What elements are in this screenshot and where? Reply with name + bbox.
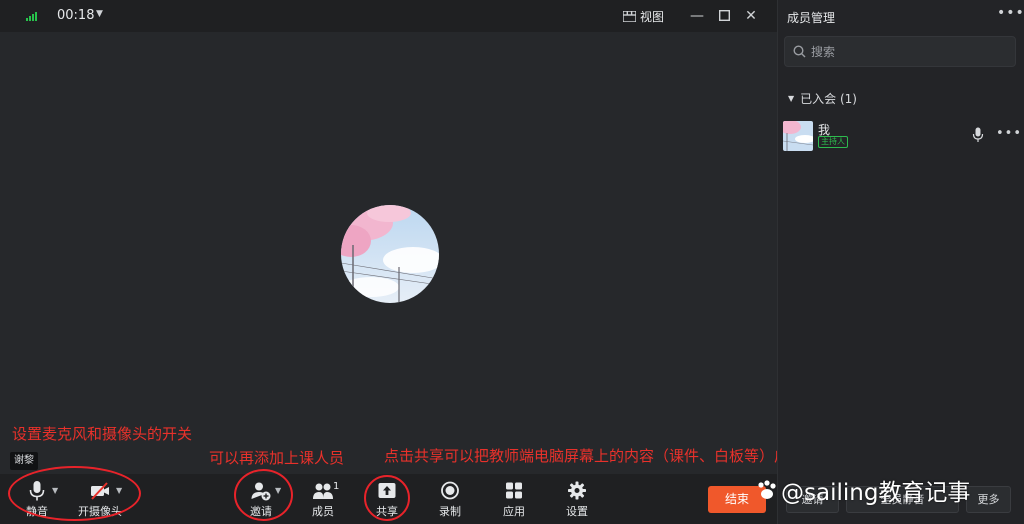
host-badge: 主持人 [818,136,848,148]
view-label: 视图 [640,9,665,24]
annotation-invite: 可以再添加上课人员 [209,449,345,467]
highlight-share [364,475,410,521]
more-options-icon[interactable]: ••• [996,126,1022,141]
chevron-down-icon[interactable]: ▼ [96,9,103,19]
user-avatar [341,205,439,303]
joined-group-header[interactable]: ▼ 已入会 (1) [788,90,857,107]
highlight-mic-camera [8,466,141,521]
watermark: @sailing教育记事 [755,473,970,507]
close-icon[interactable]: ✕ [742,6,760,26]
member-search [784,36,1016,67]
record-label: 录制 [439,505,461,518]
search-icon [793,45,806,58]
more-options-icon[interactable]: ••• [997,5,1024,21]
highlight-invite [234,469,293,521]
signal-strength-icon [26,11,38,21]
microphone-icon[interactable] [972,127,984,143]
minimize-icon[interactable]: — [688,6,706,26]
gear-icon [568,481,586,500]
apps-label: 应用 [503,505,525,518]
members-count-badge: 1 [333,481,340,492]
view-button[interactable]: 视图 [623,7,664,25]
record-icon [441,481,459,500]
settings-button[interactable]: 设置 [552,480,602,520]
apps-grid-icon [506,482,522,499]
grid-view-icon [623,10,636,22]
watermark-text: @sailing教育记事 [781,480,971,506]
member-panel: 成员管理 ••• ▼ 已入会 (1) 我 主持人 ••• [777,0,1024,524]
apps-button[interactable]: 应用 [489,480,539,520]
participant-name-tag: 谢黎 [10,452,38,470]
members-icon [313,483,333,499]
joined-group-label: 已入会 (1) [800,92,857,106]
meeting-timer: 00:18 [57,8,95,23]
search-input[interactable] [811,42,1011,62]
members-label: 成员 [312,505,334,518]
chevron-down-icon: ▼ [788,94,795,103]
title-bar: 00:18 ▼ 视图 — ✕ [0,0,777,32]
members-button[interactable]: 成员 [298,480,348,520]
more-button[interactable]: 更多 [966,486,1011,513]
maximize-icon[interactable] [715,6,733,26]
panel-title: 成员管理 [787,11,836,25]
paw-logo-icon [758,480,776,499]
settings-label: 设置 [566,505,588,518]
avatar [783,121,813,151]
annotation-mic-camera: 设置麦克风和摄像头的开关 [12,425,193,443]
record-button[interactable]: 录制 [425,480,475,520]
member-list-item[interactable]: 我 主持人 ••• [782,120,1022,152]
